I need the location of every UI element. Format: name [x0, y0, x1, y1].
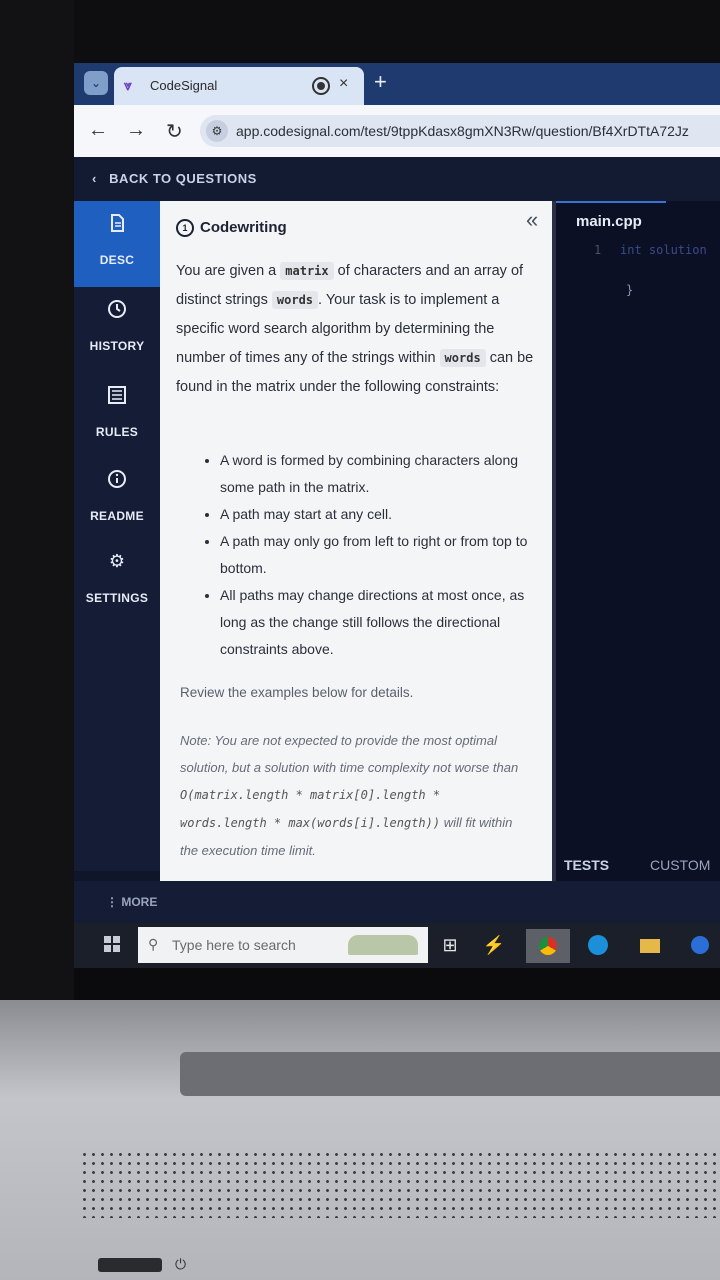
note-text: Note: You are not expected to provide th… [180, 733, 519, 775]
reload-icon[interactable]: ↻ [166, 119, 183, 144]
laptop-screen: ⌄ ⩔ CodeSignal × + ← → ↻ ⚙ app.codesigna… [74, 63, 720, 968]
laptop-deck [0, 1000, 720, 1280]
new-tab-button[interactable]: + [374, 69, 387, 95]
constraint-item: A path may only go from left to right or… [220, 528, 540, 582]
tab-custom[interactable]: CUSTOM [650, 857, 710, 873]
power-icon[interactable]: ⏻ [175, 1256, 186, 1273]
task-view-icon[interactable]: ⊞ [438, 933, 462, 957]
list-icon [107, 385, 127, 405]
sidebar-item-readme[interactable]: README [74, 457, 160, 543]
more-button[interactable]: ⋮ MORE [106, 895, 157, 909]
review-examples-text: Review the examples below for details. [180, 685, 414, 700]
document-icon [107, 213, 127, 233]
task-number-badge: 1 [176, 219, 194, 237]
edge-icon[interactable] [586, 933, 610, 957]
url-text: app.codesignal.com/test/9tppKdasx8gmXN3R… [236, 123, 689, 139]
laptop-hinge [180, 1052, 720, 1096]
file-explorer-icon[interactable] [638, 933, 662, 957]
tab-title: CodeSignal [150, 78, 218, 93]
search-highlight-image [348, 935, 418, 955]
laptop-bezel-top [0, 0, 720, 64]
sidebar-item-label: DESC [99, 253, 135, 267]
close-tab-button[interactable]: × [339, 75, 348, 93]
sidebar-item-rules[interactable]: RULES [74, 373, 160, 459]
recording-icon [312, 77, 330, 95]
url-field[interactable]: ⚙ app.codesignal.com/test/9tppKdasx8gmXN… [200, 115, 720, 147]
sidebar-item-label: SETTINGS [85, 591, 149, 605]
more-bar: ⋮ MORE [74, 881, 720, 923]
sidebar-item-history[interactable]: HISTORY [74, 287, 160, 373]
site-info-icon[interactable]: ⚙ [206, 120, 228, 142]
code-line[interactable]: int solution [620, 243, 707, 257]
chevron-left-icon: ‹ [92, 171, 110, 186]
inline-code-words: words [439, 349, 486, 367]
forward-arrow-icon[interactable]: → [126, 119, 146, 142]
description-text: You are given a [176, 263, 281, 279]
back-to-questions-label: BACK TO QUESTIONS [109, 171, 257, 186]
tab-search-menu-button[interactable]: ⌄ [84, 71, 108, 95]
browser-tab-bar: ⌄ ⩔ CodeSignal × + [74, 63, 720, 105]
lightning-app-icon[interactable]: ⚡ [482, 933, 506, 957]
chrome-icon[interactable] [526, 929, 570, 963]
tab-tests[interactable]: TESTS [564, 857, 609, 873]
sidebar-item-label: README [90, 509, 144, 523]
inline-code-words: words [271, 291, 319, 309]
constraint-item: A word is formed by combining characters… [220, 447, 540, 501]
codesignal-logo-icon: ⩔ [124, 77, 132, 93]
sidebar-item-settings[interactable]: ⚙ SETTINGS [74, 539, 160, 625]
active-file-indicator [556, 201, 666, 203]
taskbar-search-box[interactable]: ⚲ Type here to search [138, 927, 428, 963]
address-bar: ← → ↻ ⚙ app.codesignal.com/test/9tppKdas… [74, 105, 720, 157]
constraint-item: A path may start at any cell. [220, 501, 540, 528]
app-header: ‹ BACK TO QUESTIONS [74, 157, 720, 201]
collapse-panel-icon[interactable]: « [526, 207, 538, 233]
search-icon: ⚲ [148, 936, 159, 952]
browser-tab[interactable]: ⩔ CodeSignal × [114, 67, 364, 105]
line-number: 1 [594, 243, 602, 257]
speaker-grille [80, 1150, 720, 1218]
complexity-note: Note: You are not expected to provide th… [180, 727, 530, 864]
back-to-questions-button[interactable]: ‹ BACK TO QUESTIONS [92, 171, 257, 186]
sidebar: DESC HISTORY RULES README ⚙ SETTINGS [74, 201, 160, 871]
code-line[interactable]: } [626, 283, 633, 297]
task-title: Codewriting [200, 219, 287, 236]
code-editor: main.cpp 1 int solution } TESTS CUSTOM [552, 201, 720, 881]
laptop-bezel-left [0, 0, 74, 1000]
windows-taskbar: ⚲ Type here to search ⊞ ⚡ [74, 923, 720, 968]
gear-icon: ⚙ [108, 551, 126, 571]
task-heading: 1 Codewriting [176, 219, 287, 237]
constraint-item: All paths may change directions at most … [220, 582, 540, 663]
inline-code-matrix: matrix [280, 262, 334, 280]
file-tab-main-cpp[interactable]: main.cpp [576, 213, 642, 230]
task-description: You are given a matrix of characters and… [176, 257, 536, 402]
sidebar-item-label: HISTORY [89, 339, 145, 353]
constraints-list: A word is formed by combining characters… [202, 447, 540, 663]
sidebar-item-label: RULES [95, 425, 139, 439]
sidebar-item-desc[interactable]: DESC [74, 201, 160, 287]
clock-icon [107, 299, 127, 319]
complexity-formula: O(matrix.length * matrix[0].length * wor… [180, 788, 441, 830]
info-icon [107, 469, 127, 489]
windows-start-icon[interactable] [104, 936, 120, 952]
editor-bottom-tabs: TESTS CUSTOM [556, 851, 720, 881]
media-player-icon[interactable] [688, 933, 712, 957]
back-arrow-icon[interactable]: ← [88, 119, 108, 142]
description-panel: 1 Codewriting « You are given a matrix of… [160, 201, 552, 881]
search-placeholder: Type here to search [172, 937, 296, 953]
laptop-slot [98, 1258, 162, 1272]
